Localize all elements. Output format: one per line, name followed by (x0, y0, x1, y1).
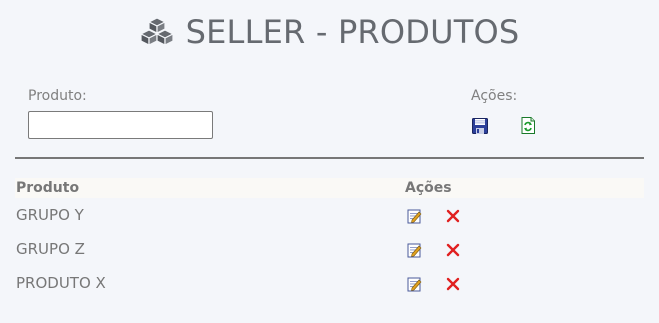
edit-icon[interactable] (406, 276, 422, 292)
save-icon[interactable] (472, 118, 488, 134)
produto-label: Produto: (28, 88, 87, 104)
edit-icon[interactable] (406, 242, 422, 258)
table-header (15, 178, 644, 198)
column-header-produto: Produto (16, 180, 80, 196)
table-row: GRUPO Z (15, 240, 644, 268)
cubes-icon (140, 17, 174, 46)
row-name: GRUPO Z (16, 240, 85, 258)
edit-icon[interactable] (406, 208, 422, 224)
page-title: SELLER - PRODUTOS (0, 12, 659, 52)
row-name: GRUPO Y (16, 206, 84, 224)
row-name: PRODUTO X (16, 274, 106, 292)
table-row: GRUPO Y (15, 206, 644, 234)
table-row: PRODUTO X (15, 274, 644, 302)
delete-icon[interactable] (446, 277, 460, 291)
acoes-label: Ações: (471, 88, 518, 104)
divider (15, 157, 644, 159)
refresh-icon[interactable] (521, 117, 535, 134)
produto-search-input[interactable] (28, 111, 213, 139)
delete-icon[interactable] (446, 209, 460, 223)
page-title-text: SELLER - PRODUTOS (185, 13, 520, 51)
column-header-acoes: Ações (405, 180, 452, 196)
delete-icon[interactable] (446, 243, 460, 257)
